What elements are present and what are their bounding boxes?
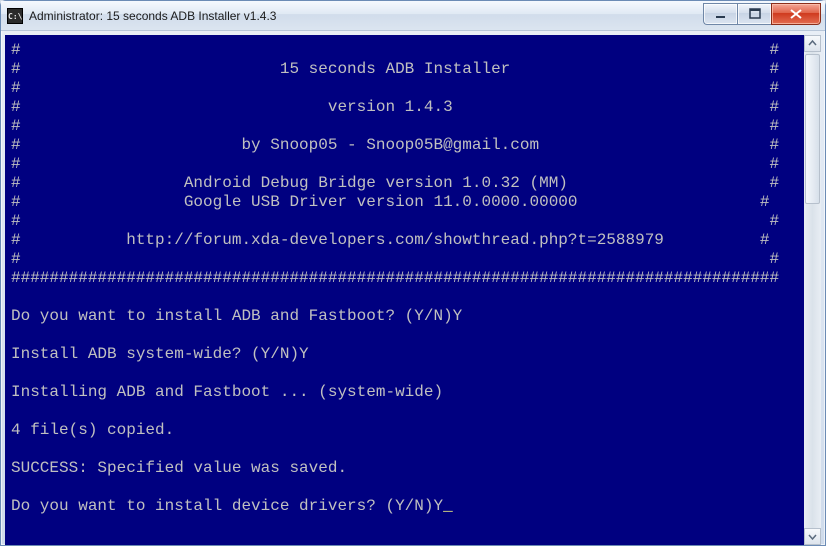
- console-window: C:\ Administrator: 15 seconds ADB Instal…: [0, 0, 826, 546]
- vertical-scrollbar[interactable]: [804, 35, 821, 545]
- console-output[interactable]: # # # 15 seconds ADB Installer # #: [5, 35, 804, 545]
- minimize-icon: [715, 8, 727, 20]
- scroll-down-button[interactable]: [804, 528, 821, 545]
- text-cursor: _: [443, 497, 453, 515]
- maximize-button[interactable]: [737, 3, 771, 25]
- chevron-down-icon: [808, 532, 817, 541]
- close-button[interactable]: [771, 3, 821, 25]
- minimize-button[interactable]: [703, 3, 737, 25]
- scroll-up-button[interactable]: [804, 35, 821, 52]
- cmd-icon: C:\: [7, 8, 23, 24]
- titlebar[interactable]: C:\ Administrator: 15 seconds ADB Instal…: [1, 1, 825, 31]
- scroll-track[interactable]: [804, 52, 821, 528]
- maximize-icon: [749, 8, 761, 20]
- window-control-group: [703, 3, 821, 25]
- close-icon: [789, 8, 803, 20]
- window-title: Administrator: 15 seconds ADB Installer …: [29, 9, 276, 23]
- console-client-area: # # # 15 seconds ADB Installer # #: [5, 35, 821, 545]
- console-text: # # # 15 seconds ADB Installer # #: [11, 41, 779, 515]
- chevron-up-icon: [808, 39, 817, 48]
- scroll-thumb[interactable]: [805, 54, 820, 204]
